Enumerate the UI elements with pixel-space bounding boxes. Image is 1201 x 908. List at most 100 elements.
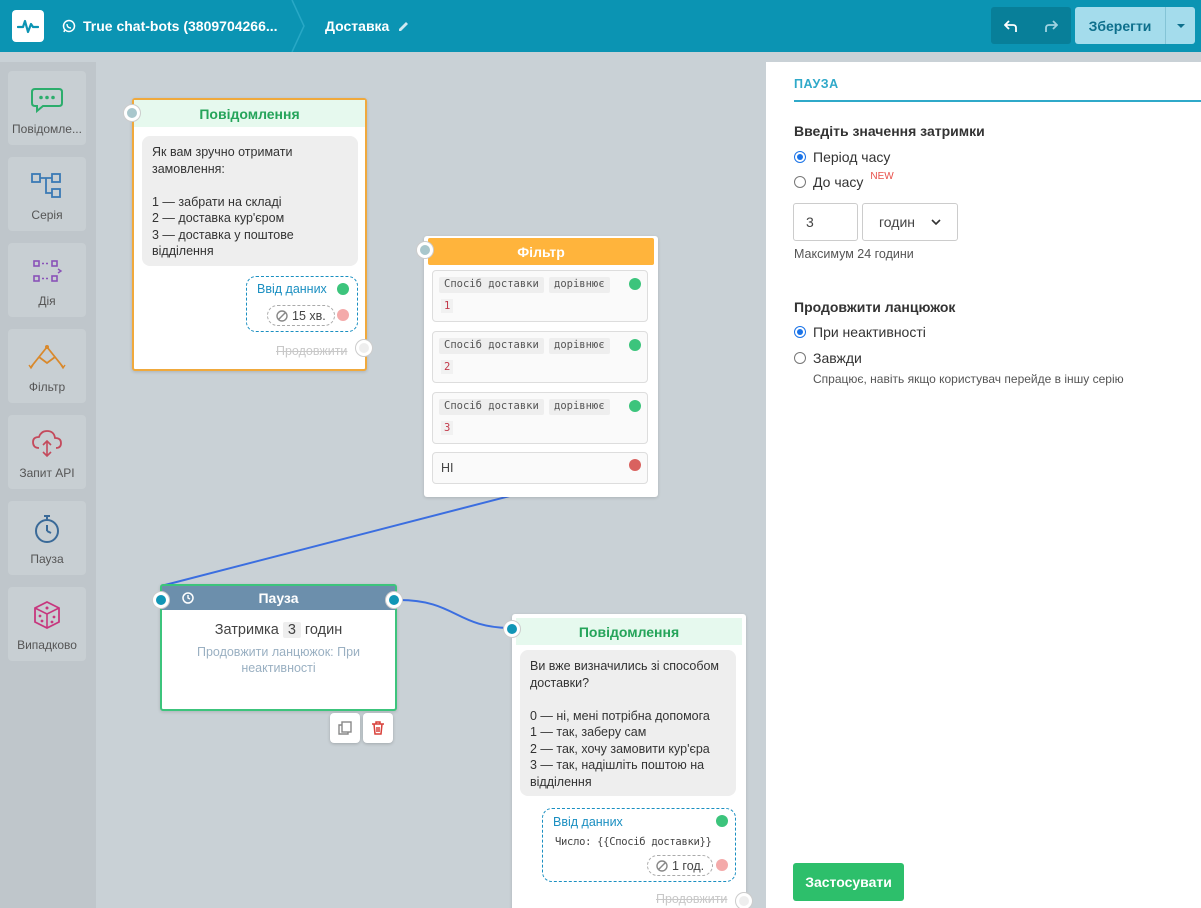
pencil-icon[interactable] xyxy=(397,20,410,33)
node-title: Пауза xyxy=(258,590,299,606)
tool-pause[interactable]: Пауза xyxy=(8,501,86,575)
tool-label: Випадково xyxy=(17,638,77,652)
tool-label: Фільтр xyxy=(28,380,66,394)
filter-condition[interactable]: Спосіб доставки дорівнює 3 xyxy=(432,392,648,444)
message-node[interactable]: Повідомлення Ви вже визначились зі спосо… xyxy=(512,614,746,908)
delay-summary: Затримка 3 годин xyxy=(162,622,395,638)
condition-output-port[interactable] xyxy=(629,339,641,351)
breadcrumb-channel[interactable]: True chat-bots (3809704266... xyxy=(62,0,283,52)
radio-indicator[interactable] xyxy=(794,176,806,188)
data-input-block[interactable]: Ввід данних 15 хв. xyxy=(246,276,358,332)
continue-label: Продовжити xyxy=(656,892,728,906)
copy-icon xyxy=(338,721,352,735)
chevron-down-icon xyxy=(931,219,941,225)
condition-output-port[interactable] xyxy=(629,278,641,290)
pause-output-port[interactable] xyxy=(386,592,402,608)
max-delay-hint: Максимум 24 години xyxy=(794,247,914,261)
condition-field: Спосіб доставки xyxy=(439,399,544,415)
filter-else-condition[interactable]: НІ xyxy=(432,452,648,484)
top-bar: True chat-bots (3809704266... Доставка З… xyxy=(0,0,1201,52)
radio-indicator[interactable] xyxy=(794,326,806,338)
delay-unit: годин xyxy=(304,622,343,638)
pause-node[interactable]: Пауза Затримка 3 годин Продовжити ланцюж… xyxy=(160,584,397,711)
redo-icon xyxy=(1045,19,1058,32)
logo-icon[interactable] xyxy=(12,10,44,42)
tool-message[interactable]: Повідомле... xyxy=(8,71,86,145)
panel-title-underline xyxy=(794,100,1201,102)
tool-series[interactable]: Серія xyxy=(8,157,86,231)
filter-input-port[interactable] xyxy=(417,242,433,258)
message-text: Ви вже визначились зі способом доставки?… xyxy=(520,650,736,796)
else-output-port[interactable] xyxy=(629,459,641,471)
timeout-output-port[interactable] xyxy=(337,309,349,321)
no-entry-icon xyxy=(276,309,288,322)
pause-input-port[interactable] xyxy=(153,592,169,608)
always-hint: Спрацює, навіть якщо користувач перейде … xyxy=(813,372,1124,386)
delay-value-input[interactable]: 3 xyxy=(793,203,858,241)
filter-node[interactable]: Фільтр Спосіб доставки дорівнює 1 Спосіб… xyxy=(424,236,658,497)
data-input-block[interactable]: Ввід данних Число: {{Спосіб доставки}} 1… xyxy=(542,808,736,882)
continue-label: Продовжити xyxy=(276,344,348,358)
stopwatch-icon xyxy=(35,515,59,543)
flow-name: Доставка xyxy=(325,18,390,34)
delay-unit-select[interactable]: годин xyxy=(862,203,958,241)
pause-node-header: Пауза xyxy=(162,586,395,610)
radio-until-time[interactable]: До часу NEW xyxy=(794,170,894,190)
radio-label: Період часу xyxy=(813,149,891,165)
save-dropdown-button[interactable] xyxy=(1165,7,1195,44)
message-input-port[interactable] xyxy=(124,105,140,121)
action-icon xyxy=(33,260,63,282)
new-badge: NEW xyxy=(870,170,894,182)
delay-value: 3 xyxy=(282,622,301,638)
flow-canvas[interactable]: Повідомлення Як вам зручно отримати замо… xyxy=(96,62,766,908)
success-output-port[interactable] xyxy=(337,283,349,295)
timeout-badge: 15 хв. xyxy=(267,305,335,326)
panel-title: ПАУЗА xyxy=(794,77,839,91)
timeout-badge: 1 год. xyxy=(647,855,714,876)
tool-filter[interactable]: Фільтр xyxy=(8,329,86,403)
filter-condition[interactable]: Спосіб доставки дорівнює 2 xyxy=(432,331,648,383)
condition-operator: дорівнює xyxy=(549,338,610,354)
tool-api-request[interactable]: Запит API xyxy=(8,415,86,489)
condition-value: 1 xyxy=(441,299,454,313)
message-node[interactable]: Повідомлення Як вам зручно отримати замо… xyxy=(132,98,367,371)
apply-button[interactable]: Застосувати xyxy=(793,863,904,901)
no-entry-icon xyxy=(656,859,668,872)
radio-inactive[interactable]: При неактивності xyxy=(794,324,926,340)
node-title: Фільтр xyxy=(428,238,654,265)
tool-random[interactable]: Випадково xyxy=(8,587,86,661)
undo-button[interactable] xyxy=(991,7,1031,44)
condition-output-port[interactable] xyxy=(629,400,641,412)
caret-down-icon xyxy=(1176,23,1185,28)
tool-action[interactable]: Дія xyxy=(8,243,86,317)
filter-condition[interactable]: Спосіб доставки дорівнює 1 xyxy=(432,270,648,322)
condition-operator: дорівнює xyxy=(549,277,610,293)
success-output-port[interactable] xyxy=(716,815,728,827)
radio-always[interactable]: Завжди xyxy=(794,350,862,366)
pause-settings-panel: ПАУЗА Введіть значення затримки Період ч… xyxy=(766,62,1201,908)
timeout-output-port[interactable] xyxy=(716,859,728,871)
delete-node-button[interactable] xyxy=(363,713,393,743)
selected-unit: годин xyxy=(879,214,915,230)
save-button[interactable]: Зберегти xyxy=(1075,7,1165,44)
clock-icon xyxy=(182,592,194,604)
radio-indicator[interactable] xyxy=(794,352,806,364)
radio-indicator[interactable] xyxy=(794,151,806,163)
duplicate-node-button[interactable] xyxy=(330,713,360,743)
trash-icon xyxy=(372,721,384,735)
delay-prefix: Затримка xyxy=(214,622,279,638)
message-input-port[interactable] xyxy=(504,621,520,637)
channel-name: True chat-bots (3809704266... xyxy=(83,18,278,34)
continue-output-port[interactable] xyxy=(356,340,372,356)
tool-label: Запит API xyxy=(19,466,75,480)
radio-period[interactable]: Період часу xyxy=(794,149,890,165)
radio-label: Завжди xyxy=(813,350,862,366)
chat-bubble-icon xyxy=(31,88,63,114)
whatsapp-icon xyxy=(62,19,76,33)
delay-section-label: Введіть значення затримки xyxy=(794,123,985,139)
node-title: Повідомлення xyxy=(134,100,365,127)
condition-operator: дорівнює xyxy=(549,399,610,415)
continue-output-port[interactable] xyxy=(736,893,752,908)
redo-button[interactable] xyxy=(1031,7,1071,44)
tool-label: Повідомле... xyxy=(12,122,82,136)
